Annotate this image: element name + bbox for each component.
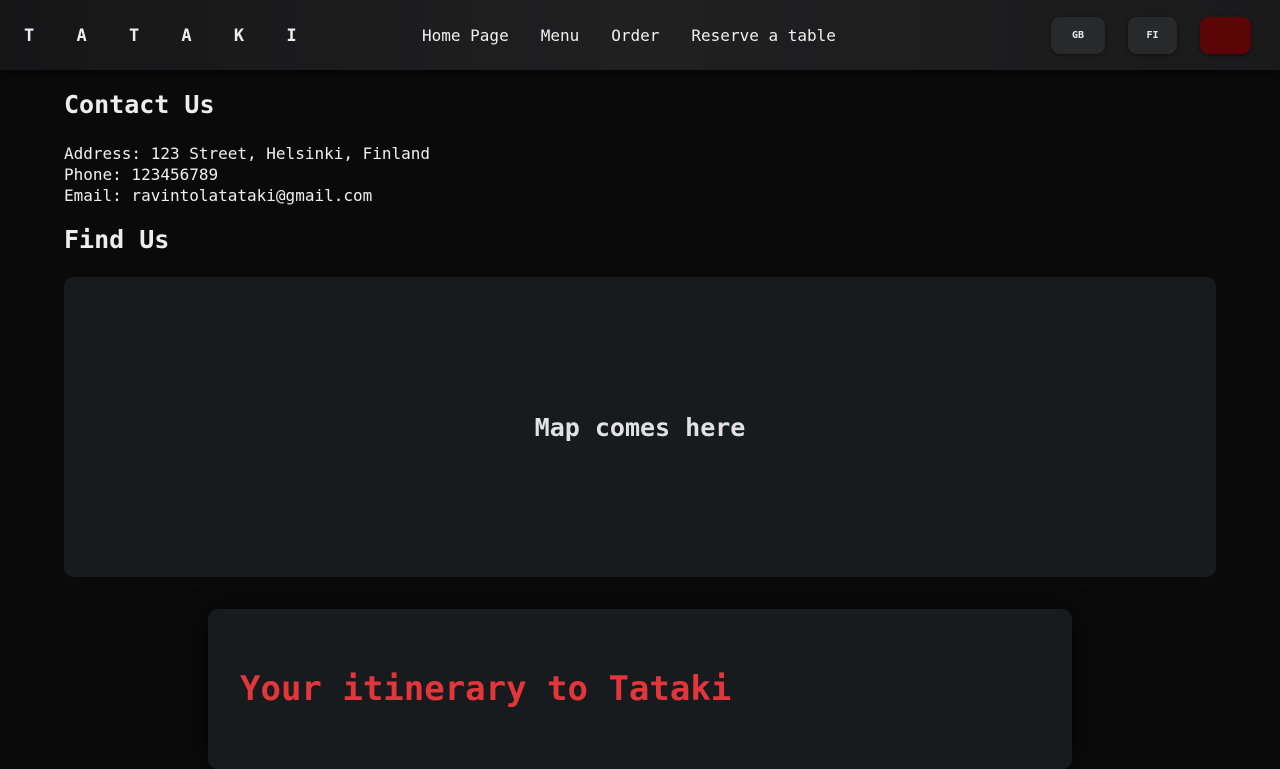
contact-email: Email: ravintolatataki@gmail.com [64, 186, 373, 205]
contact-address: Address: 123 Street, Helsinki, Finland [64, 144, 431, 163]
find-us-heading: Find Us [64, 225, 170, 254]
contact-details: Address: 123 Street, Helsinki, Finland P… [64, 143, 430, 206]
itinerary-title: Your itinerary to Tataki [240, 669, 732, 709]
language-fi-button[interactable]: FI [1128, 17, 1177, 54]
map-placeholder-text: Map comes here [534, 412, 746, 442]
contact-heading: Contact Us [64, 90, 215, 119]
language-gb-button[interactable]: GB [1051, 17, 1105, 54]
nav-order-link[interactable]: Order [611, 26, 659, 45]
map-container[interactable]: Map comes here [64, 277, 1216, 577]
nav-menu-link[interactable]: Menu [541, 26, 580, 45]
contact-phone: Phone: 123456789 [64, 165, 219, 184]
cart-button[interactable] [1200, 17, 1251, 54]
top-navigation-bar: T A T A K I Home Page Menu Order Reserve… [0, 0, 1280, 70]
site-logo[interactable]: T A T A K I [24, 26, 313, 46]
nav-reserve-link[interactable]: Reserve a table [691, 26, 836, 45]
nav-home-link[interactable]: Home Page [422, 26, 509, 45]
itinerary-card: Your itinerary to Tataki [208, 609, 1072, 769]
main-nav: Home Page Menu Order Reserve a table [422, 26, 836, 45]
